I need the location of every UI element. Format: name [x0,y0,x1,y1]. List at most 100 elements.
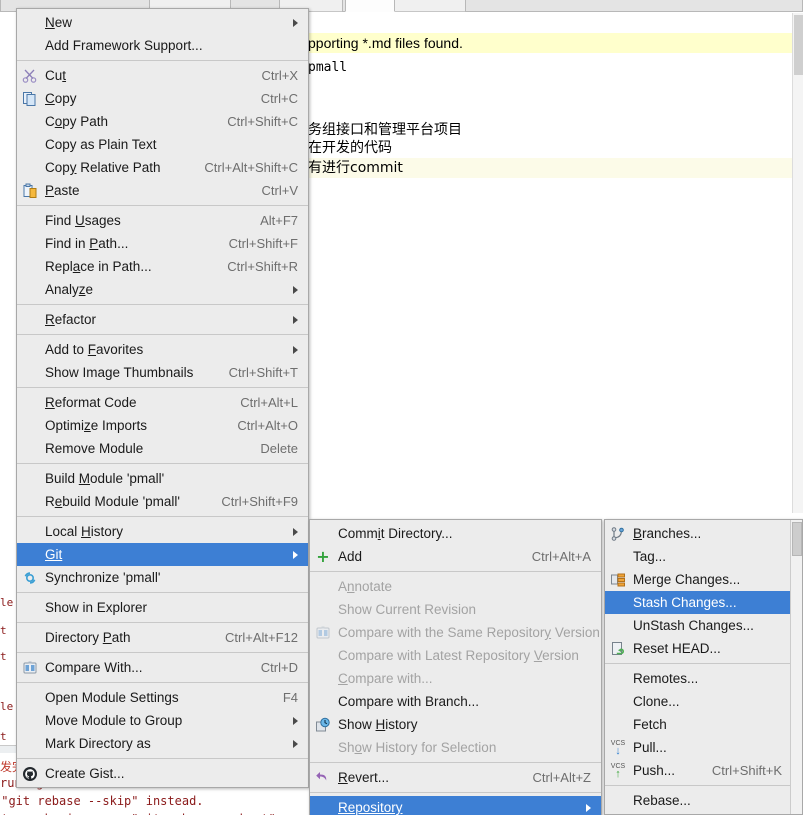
submenu-scrollbar[interactable] [790,520,802,814]
menu-item-shortcut: Ctrl+Alt+O [237,418,298,433]
menu-item-stash-changes[interactable]: Stash Changes... [605,591,802,614]
menu-item-clone[interactable]: Clone... [605,690,802,713]
menu-separator [17,387,308,388]
scrollbar-thumb[interactable] [794,15,803,75]
menu-separator [605,785,802,786]
menu-item-reset-head[interactable]: Reset HEAD... [605,637,802,660]
vcs-pull-icon: VCS ↓ [610,740,626,757]
menu-item-synchronize-pmall[interactable]: Synchronize 'pmall' [17,566,308,589]
copy-icon [22,91,38,107]
plus-icon: + [316,546,330,566]
menu-item-reformat-code[interactable]: Reformat Code Ctrl+Alt+L [17,391,308,414]
submenu-arrow-icon [293,527,298,536]
menu-item-shortcut: Ctrl+Alt+Shift+C [204,160,298,175]
menu-item-show-current-revision: Show Current Revision [310,598,601,621]
menu-item-new[interactable]: New [17,11,308,34]
menu-item-label: Rebase... [633,793,691,808]
menu-item-refactor[interactable]: Refactor [17,308,308,331]
menu-separator [310,571,601,572]
menu-item-label: New [45,15,73,30]
menu-item-copy-path[interactable]: Copy Path Ctrl+Shift+C [17,110,308,133]
menu-item-copy[interactable]: Copy Ctrl+C [17,87,308,110]
menu-item-rebuild-module-pmall[interactable]: Rebuild Module 'pmall' Ctrl+Shift+F9 [17,490,308,513]
menu-item-label: Show History for Selection [338,740,497,755]
submenu-arrow-icon [586,803,591,812]
submenu-arrow-icon [293,345,298,354]
menu-item-branches[interactable]: Branches... [605,522,802,545]
menu-item-find-in-path[interactable]: Find in Path... Ctrl+Shift+F [17,232,308,255]
menu-item-label: Add [338,549,363,564]
menu-separator [310,762,601,763]
editor-line-4: 有进行commit [308,160,403,176]
menu-item-repository[interactable]: Repository [310,796,601,815]
menu-item-label: Fetch [633,717,667,732]
repository-submenu[interactable]: Branches... Tag... Merge Changes... Stash C… [604,519,803,815]
menu-item-add-to-favorites[interactable]: Add to Favorites [17,338,308,361]
menu-item-show-image-thumbnails[interactable]: Show Image Thumbnails Ctrl+Shift+T [17,361,308,384]
menu-item-build-module-pmall[interactable]: Build Module 'pmall' [17,467,308,490]
screen-root: pporting *.md files found. pmall 务组接口和管理平台… [0,0,803,815]
menu-item-create-gist[interactable]: Create Gist... [17,762,308,785]
menu-item-label: Mark Directory as [45,736,151,751]
menu-item-analyze[interactable]: Analyze [17,278,308,301]
menu-item-open-module-settings[interactable]: Open Module Settings F4 [17,686,308,709]
menu-item-move-module-to-group[interactable]: Move Module to Group [17,709,308,732]
menu-item-paste[interactable]: Paste Ctrl+V [17,179,308,202]
menu-item-git[interactable]: Git [17,543,308,566]
menu-item-add[interactable]: + Add Ctrl+Alt+A [310,545,601,568]
menu-item-shortcut: Ctrl+Shift+F [228,236,298,251]
menu-item-copy-as-plain-text[interactable]: Copy as Plain Text [17,133,308,156]
menu-item-shortcut: Ctrl+Alt+A [531,549,591,564]
menu-item-compare-with-branch[interactable]: Compare with Branch... [310,690,601,713]
menu-item-unstash-changes[interactable]: UnStash Changes... [605,614,802,637]
branches-icon [610,526,626,542]
menu-separator [17,652,308,653]
menu-item-directory-path[interactable]: Directory Path Ctrl+Alt+F12 [17,626,308,649]
menu-item-label: UnStash Changes... [633,618,754,633]
menu-item-label: Optimize Imports [45,418,148,433]
menu-item-optimize-imports[interactable]: Optimize Imports Ctrl+Alt+O [17,414,308,437]
menu-item-merge-changes[interactable]: Merge Changes... [605,568,802,591]
menu-item-label: Reset HEAD... [633,641,721,656]
menu-item-label: Create Gist... [45,766,125,781]
menu-item-find-usages[interactable]: Find Usages Alt+F7 [17,209,308,232]
menu-item-label: Paste [45,183,80,198]
submenu-arrow-icon [293,285,298,294]
vcs-push-icon: VCS ↑ [610,763,626,780]
menu-item-compare-with[interactable]: Compare With... Ctrl+D [17,656,308,679]
menu-item-commit-directory[interactable]: Commit Directory... [310,522,601,545]
menu-item-label: Open Module Settings [45,690,179,705]
menu-item-replace-in-path[interactable]: Replace in Path... Ctrl+Shift+R [17,255,308,278]
menu-item-pull[interactable]: VCS ↓ Pull... [605,736,802,759]
menu-separator [17,758,308,759]
menu-item-shortcut: Ctrl+Alt+Z [532,770,591,785]
menu-item-label: Directory Path [45,630,131,645]
menu-item-rebase[interactable]: Rebase... [605,789,802,812]
menu-item-local-history[interactable]: Local History [17,520,308,543]
menu-separator [17,205,308,206]
menu-item-show-history[interactable]: Show History [310,713,601,736]
editor-vertical-scrollbar[interactable] [792,13,803,513]
menu-item-label: Merge Changes... [633,572,741,587]
editor-tab-4[interactable] [465,0,803,12]
git-submenu[interactable]: Commit Directory... + Add Ctrl+Alt+A Annotat… [309,519,602,815]
left-fragment-1: t [0,624,7,637]
menu-item-label: Remove Module [45,441,144,456]
menu-item-label: Compare with Branch... [338,694,480,709]
menu-item-mark-directory-as[interactable]: Mark Directory as [17,732,308,755]
menu-item-remove-module[interactable]: Remove Module Delete [17,437,308,460]
menu-item-revert[interactable]: Revert... Ctrl+Alt+Z [310,766,601,789]
menu-item-show-in-explorer[interactable]: Show in Explorer [17,596,308,619]
menu-item-cut[interactable]: Cut Ctrl+X [17,64,308,87]
menu-item-fetch[interactable]: Fetch [605,713,802,736]
editor-tab-active[interactable] [345,0,395,12]
menu-item-tag[interactable]: Tag... [605,545,802,568]
scrollbar-thumb[interactable] [792,522,802,556]
editor-line-3: 在开发的代码 [308,140,392,156]
project-context-menu[interactable]: New Add Framework Support... Cut Ctrl+X Copy… [16,8,309,788]
menu-item-push[interactable]: VCS ↑ Push... Ctrl+Shift+K [605,759,802,782]
menu-item-remotes[interactable]: Remotes... [605,667,802,690]
menu-item-add-framework-support[interactable]: Add Framework Support... [17,34,308,57]
menu-separator [17,60,308,61]
menu-item-copy-relative-path[interactable]: Copy Relative Path Ctrl+Alt+Shift+C [17,156,308,179]
